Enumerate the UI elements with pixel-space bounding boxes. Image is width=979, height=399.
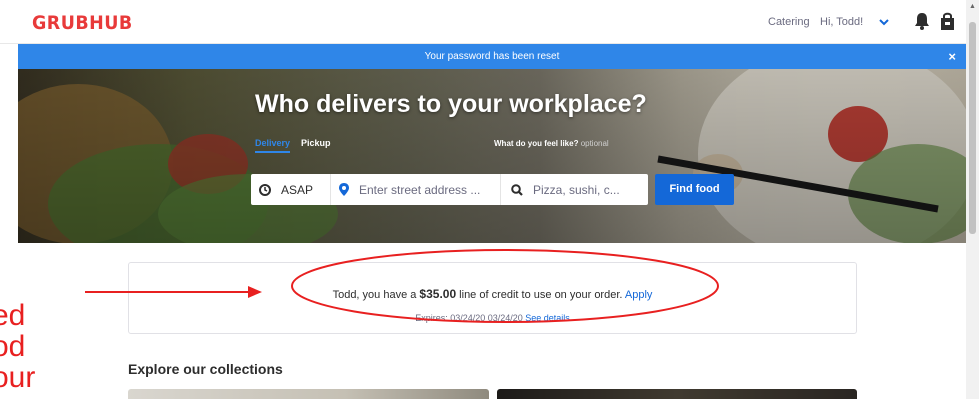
annotation-line-2: od <box>0 330 26 363</box>
hero-banner: Your password has been reset × Who deliv… <box>18 44 966 243</box>
credit-suffix: line of credit to use on your order. <box>456 289 625 301</box>
annotation-side-text: ed od our <box>0 300 35 393</box>
grubhub-logo[interactable]: GRUBHUB <box>32 12 133 34</box>
collection-card-2[interactable] <box>497 389 857 399</box>
hero-overlay <box>18 44 966 243</box>
tab-delivery[interactable]: Delivery <box>255 138 291 153</box>
credit-expiry: Expires: 03/24/20 03/24/20 See details <box>129 313 856 323</box>
close-icon[interactable]: × <box>948 44 956 69</box>
see-details-link[interactable]: See details <box>525 313 570 323</box>
shopping-bag-icon[interactable] <box>939 11 956 31</box>
credit-message: Todd, you have a $35.00 line of credit t… <box>129 287 856 301</box>
annotation-line-1: ed <box>0 299 26 332</box>
food-placeholder: Pizza, sushi, c... <box>533 182 620 197</box>
credit-amount: $35.00 <box>419 287 457 301</box>
address-placeholder: Enter street address ... <box>359 182 481 197</box>
apply-link[interactable]: Apply <box>625 289 653 301</box>
credit-card-panel: Todd, you have a $35.00 line of credit t… <box>128 262 857 334</box>
top-navigation-bar: GRUBHUB Catering Hi, Todd! <box>0 0 966 44</box>
clock-icon <box>259 183 271 196</box>
location-pin-icon <box>339 183 349 196</box>
food-preference-label: What do you feel like? optional <box>494 139 609 148</box>
time-value: ASAP <box>281 182 314 197</box>
scrollbar-thumb[interactable] <box>969 22 976 234</box>
feel-label: What do you feel like? <box>494 139 579 148</box>
food-search-input[interactable]: Pizza, sushi, c... <box>501 174 648 205</box>
address-input[interactable]: Enter street address ... <box>331 174 501 205</box>
time-selector[interactable]: ASAP <box>251 174 331 205</box>
chevron-down-icon[interactable] <box>877 15 891 29</box>
annotation-line-3: our <box>0 361 36 394</box>
banner-message: Your password has been reset <box>424 51 560 62</box>
password-reset-banner: Your password has been reset × <box>18 44 966 69</box>
scroll-up-arrow-icon[interactable]: ▲ <box>969 3 976 10</box>
collections-heading: Explore our collections <box>128 361 283 377</box>
collection-card-1[interactable] <box>128 389 489 399</box>
catering-link[interactable]: Catering <box>768 16 810 28</box>
credit-prefix: Todd, you have a <box>332 289 420 301</box>
optional-label: optional <box>580 139 609 148</box>
search-icon <box>511 183 523 196</box>
find-food-button[interactable]: Find food <box>655 174 734 205</box>
tab-pickup[interactable]: Pickup <box>301 138 331 148</box>
expiry-text: Expires: 03/24/20 03/24/20 <box>415 313 526 323</box>
search-bar: ASAP Enter street address ... Pizza, sus… <box>251 174 648 205</box>
hero-title: Who delivers to your workplace? <box>255 90 647 118</box>
bell-icon[interactable] <box>913 11 931 31</box>
user-greeting-menu[interactable]: Hi, Todd! <box>820 16 863 28</box>
